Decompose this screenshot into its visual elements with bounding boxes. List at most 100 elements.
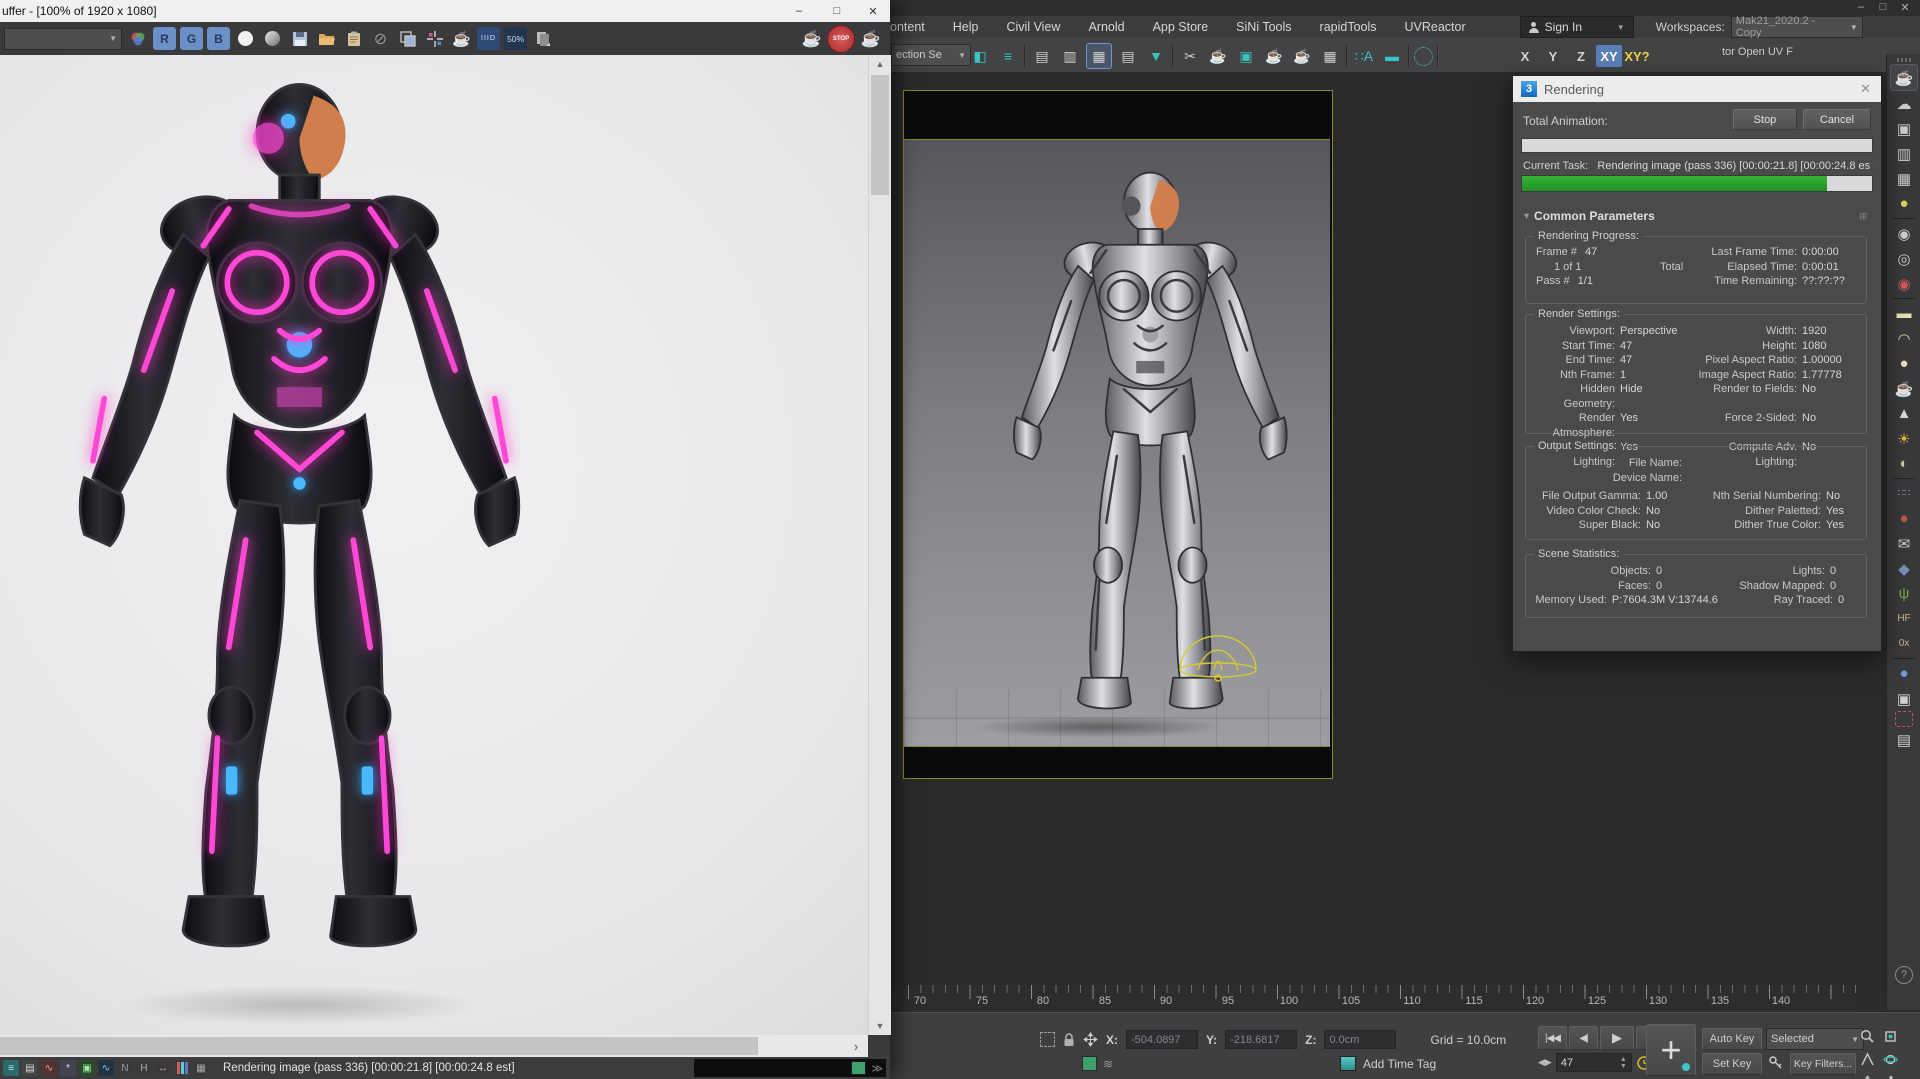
mountain-icon[interactable]: ▲ [1891, 401, 1917, 426]
mini-monitor-icon[interactable] [851, 1061, 867, 1075]
molecule-icon[interactable]: ● [1891, 506, 1917, 531]
dialog-close-icon[interactable]: ✕ [1860, 81, 1871, 97]
axis-x-button[interactable]: X [1512, 45, 1538, 67]
menu-uvreactor[interactable]: UVReactor [1391, 16, 1480, 38]
go-to-start-button[interactable]: |◀◀ [1538, 1026, 1567, 1050]
menu-civil-view[interactable]: Civil View [992, 16, 1074, 38]
max-restore-button[interactable]: □ [1872, 1, 1894, 14]
green-channel-button[interactable]: G [180, 27, 203, 50]
particles-icon[interactable]: ∷∷ [1891, 481, 1917, 506]
render-teapot-icon[interactable]: ☕ [1890, 64, 1918, 91]
dome-icon[interactable]: ◠ [1891, 326, 1917, 351]
create-key-button[interactable]: + [1646, 1024, 1696, 1076]
previous-frame-button[interactable]: ◀| [1569, 1026, 1598, 1050]
grass-icon[interactable]: ψ [1891, 581, 1917, 606]
field-of-view-icon[interactable] [1858, 1051, 1876, 1068]
documents-icon[interactable]: ▤ [1891, 727, 1917, 752]
render-production-icon[interactable]: ☕ [1262, 44, 1286, 68]
vertical-scrollbar[interactable]: ▲ ▼ [868, 55, 891, 1035]
render-setup-icon[interactable]: ☕ [1206, 44, 1230, 68]
color-tracker-icon[interactable] [423, 27, 446, 50]
axis-xy-button[interactable]: XY [1596, 45, 1622, 67]
lut-mini-icon[interactable]: N [117, 1060, 133, 1076]
red-channel-button[interactable]: R [153, 27, 176, 50]
set-key-button[interactable]: Set Key [1702, 1053, 1762, 1075]
prompt-chevrons-icon[interactable]: ≋ [1103, 1057, 1113, 1071]
align-icon[interactable]: ≡ [996, 44, 1020, 68]
hscroll-thumb[interactable] [0, 1037, 758, 1055]
selection-lock-icon[interactable] [1063, 1032, 1075, 1047]
sign-in-dropdown[interactable]: Sign In ▼ [1519, 16, 1634, 38]
mirror-icon[interactable]: ◧ [968, 44, 992, 68]
image-mini-icon[interactable]: ▣ [79, 1060, 95, 1076]
rollout-menu-icon[interactable]: ⊞ [1859, 211, 1867, 222]
frames-icon[interactable]: ▦ [1318, 44, 1342, 68]
dotted-circle-icon[interactable] [1414, 46, 1433, 66]
add-time-tag[interactable]: Add Time Tag [1363, 1057, 1436, 1071]
rgb-bars-mini-icon[interactable] [174, 1060, 190, 1076]
render-setup-dialog-icon[interactable]: ▥ [1891, 141, 1917, 166]
menu-app-store[interactable]: App Store [1139, 16, 1223, 38]
sphere-icon[interactable]: ● [1891, 351, 1917, 376]
h-mini-icon[interactable]: H [136, 1060, 152, 1076]
render-again-teapot-icon[interactable]: ☕ [450, 27, 473, 50]
pan-icon[interactable] [1858, 1074, 1876, 1079]
snap-toggle-icon[interactable]: ✂ [1178, 44, 1202, 68]
measure-icon[interactable]: ▬ [1380, 44, 1404, 68]
pyramid-mail-icon[interactable]: ✉ [1891, 531, 1917, 556]
fb-maximize-button[interactable]: □ [818, 5, 856, 18]
clone-window-icon[interactable] [396, 27, 419, 50]
filter-mini-icon[interactable]: * [60, 1060, 76, 1076]
open-image-icon[interactable] [315, 27, 338, 50]
menu-sini-tools[interactable]: SiNi Tools [1222, 16, 1305, 38]
curve-blue-mini-icon[interactable]: ∿ [98, 1060, 114, 1076]
histogram-mini-icon[interactable]: ▤ [22, 1060, 38, 1076]
clear-icon[interactable]: ⊘ [369, 27, 392, 50]
scene-explorer-icon[interactable]: ▥ [1058, 44, 1082, 68]
walk-through-icon[interactable] [1881, 1074, 1899, 1079]
menu-rapidtools[interactable]: rapidTools [1306, 16, 1391, 38]
expand-chevrons-icon[interactable]: ≫ [871, 1062, 883, 1075]
curves-mini-icon[interactable]: ∿ [41, 1060, 57, 1076]
channel-dropdown[interactable]: ▼ [4, 27, 122, 50]
render-elements-icon[interactable]: ▦ [1891, 166, 1917, 191]
x-coordinate-field[interactable]: -504.0897 [1126, 1030, 1198, 1049]
auto-key-button[interactable]: Auto Key [1702, 1028, 1762, 1050]
workspace-dropdown[interactable]: Mak21_2020.2 - Copy ▼ [1730, 15, 1863, 39]
update-arrow-icon[interactable]: ▼ [1144, 44, 1168, 68]
zoom-percent-icon[interactable]: 50% [504, 27, 527, 50]
max-close-button[interactable]: ✕ [1894, 1, 1916, 14]
channels-mini-icon[interactable]: ≡ [3, 1060, 19, 1076]
axis-z-button[interactable]: Z [1568, 45, 1594, 67]
selection-set-dropdown[interactable]: ection Se ▼ [891, 44, 971, 66]
toolbar-drag-handle[interactable] [1897, 58, 1911, 62]
z-coordinate-field[interactable]: 0.0cm [1324, 1030, 1397, 1049]
picker-icon[interactable]: ▣ [1891, 686, 1917, 711]
key-mode-icon[interactable] [1768, 1055, 1784, 1071]
sky-sphere-icon[interactable]: ◐ [1891, 451, 1917, 476]
blue-channel-button[interactable]: B [207, 27, 230, 50]
curve-editor-icon[interactable]: ▦ [1086, 43, 1112, 69]
render-teapot2-icon[interactable]: ☕ [859, 27, 882, 50]
zoom-extents-icon[interactable] [1881, 1028, 1899, 1045]
rendering-dialog-titlebar[interactable]: 3 Rendering ✕ [1513, 76, 1881, 102]
axis-xy2-button[interactable]: XY? [1624, 45, 1650, 67]
frame-step-arrows[interactable]: ◀▶ [1538, 1057, 1552, 1068]
menu-arnold[interactable]: Arnold [1074, 16, 1138, 38]
vscroll-thumb[interactable] [871, 75, 889, 195]
menu-help[interactable]: Help [939, 16, 993, 38]
light-lister-icon[interactable]: ● [1891, 191, 1917, 216]
hair-fur-icon[interactable]: HF [1891, 606, 1917, 631]
save-image-icon[interactable] [288, 27, 311, 50]
render-last-teapot-icon[interactable]: ☕ [800, 27, 823, 50]
layer-explorer-icon[interactable]: ▤ [1030, 44, 1054, 68]
rgb-circles-icon[interactable] [126, 27, 149, 50]
stop-button[interactable]: Stop [1733, 109, 1797, 130]
scroll-up-arrow[interactable]: ▲ [869, 55, 891, 73]
dome-gizmo[interactable] [1174, 628, 1262, 684]
rock-icon[interactable]: ◆ [1891, 556, 1917, 581]
region-select-icon[interactable] [1895, 711, 1913, 727]
common-parameters-header[interactable]: ▾ Common Parameters ⊞ [1519, 208, 1873, 224]
scroll-down-arrow[interactable]: ▼ [869, 1017, 891, 1035]
key-filters-button[interactable]: Key Filters... [1790, 1053, 1856, 1075]
